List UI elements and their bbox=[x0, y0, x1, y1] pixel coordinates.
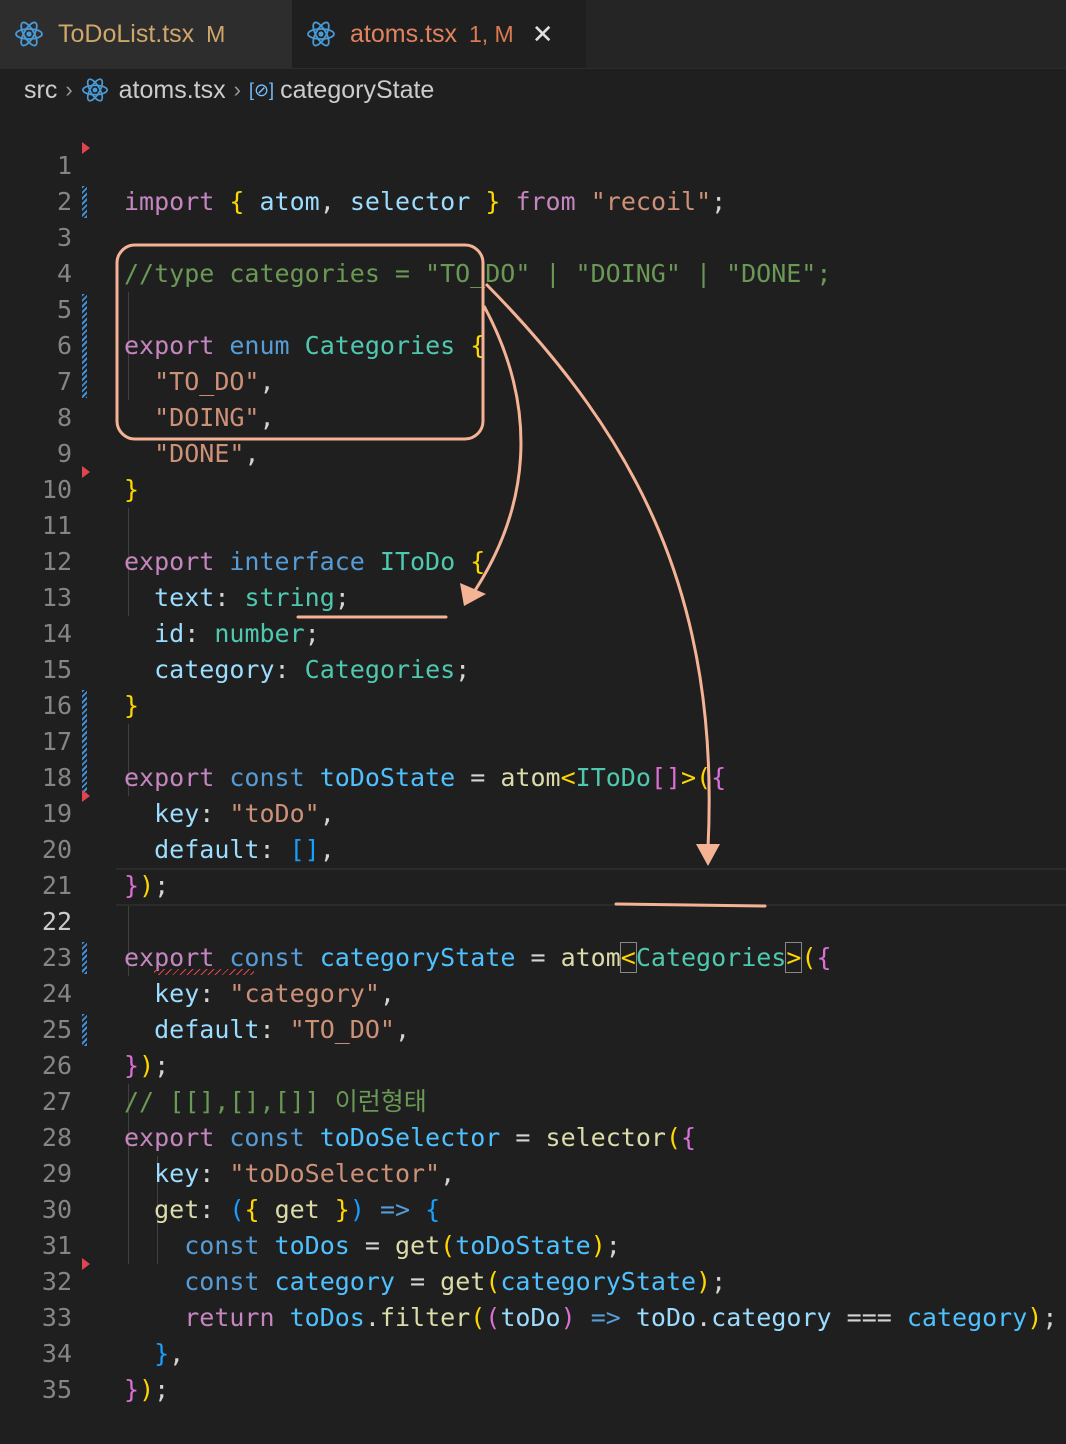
code-line-active: 22 export const categoryState = atom<Cat… bbox=[0, 868, 1066, 973]
chevron-right-icon: › bbox=[65, 77, 73, 102]
git-status-badge: 1, M bbox=[468, 20, 514, 47]
code-line: 34 }); bbox=[0, 1300, 1066, 1404]
react-icon bbox=[81, 78, 108, 102]
code-line: 25 }); bbox=[0, 976, 1066, 1080]
breadcrumb-file[interactable]: atoms.tsx bbox=[119, 76, 226, 105]
code-line: 12 text: string; bbox=[0, 508, 1066, 612]
code-line: 1 import { atom, selector } from "recoil… bbox=[0, 112, 1066, 216]
code-line: 15 } bbox=[0, 616, 1066, 720]
code-line: 6 "TO_DO", bbox=[0, 292, 1066, 396]
tab-atoms[interactable]: atoms.tsx 1, M ✕ bbox=[292, 0, 586, 68]
breadcrumb-symbol[interactable]: categoryState bbox=[280, 76, 434, 105]
code-line: 17 export const toDoState = atom<IToDo[]… bbox=[0, 688, 1066, 792]
code-line: 8 "DONE", bbox=[0, 364, 1066, 468]
code-line: 33 }, bbox=[0, 1264, 1066, 1368]
code-line: 32 return toDos.filter((toDo) => toDo.ca… bbox=[0, 1228, 1066, 1332]
git-status-badge: M bbox=[206, 20, 226, 47]
tab-label: ToDoList.tsx bbox=[58, 19, 195, 48]
chevron-right-icon: › bbox=[233, 77, 241, 102]
breadcrumb-folder[interactable]: src bbox=[24, 76, 57, 105]
code-line: 19 default: [], bbox=[0, 760, 1066, 864]
code-line: 35 bbox=[0, 1336, 1066, 1404]
code-line: 23 key: "category", bbox=[0, 904, 1066, 1008]
code-line: 21 bbox=[0, 832, 1066, 900]
breadcrumb: src › atoms.tsx › [⊘] categoryState bbox=[0, 68, 1066, 112]
code-line: 29 get: ({ get }) => { bbox=[0, 1120, 1066, 1224]
code-line: 31 const category = get(categoryState); bbox=[0, 1192, 1066, 1296]
code-line: 16 bbox=[0, 652, 1066, 720]
tab-todolist[interactable]: ToDoList.tsx M bbox=[0, 0, 292, 68]
code-line: 9 } bbox=[0, 400, 1066, 504]
code-line: 18 key: "toDo", bbox=[0, 724, 1066, 828]
code-line: 30 const toDos = get(toDoState); bbox=[0, 1156, 1066, 1260]
close-icon[interactable]: ✕ bbox=[532, 19, 554, 50]
code-line: 27 export const toDoSelector = selector(… bbox=[0, 1048, 1066, 1152]
code-line: 4 bbox=[0, 220, 1066, 288]
code-line: 11 export interface IToDo { bbox=[0, 472, 1066, 576]
tab-label: atoms.tsx bbox=[350, 19, 457, 48]
code-line: 14 category: Categories; bbox=[0, 580, 1066, 684]
editor-tab-bar: ToDoList.tsx M atoms.tsx 1, M ✕ bbox=[0, 0, 1066, 69]
code-line: 10 bbox=[0, 436, 1066, 504]
code-line: 26 // [[],[],[]] 이런형태 bbox=[0, 1012, 1066, 1116]
line-number: 35 bbox=[41, 1375, 72, 1404]
code-line: 5 export enum Categories { bbox=[0, 256, 1066, 360]
react-icon bbox=[307, 21, 335, 47]
code-line: 20 }); bbox=[0, 796, 1066, 900]
variable-symbol-icon: [⊘] bbox=[248, 79, 275, 100]
code-line: 13 id: number; bbox=[0, 544, 1066, 648]
error-squiggle bbox=[154, 969, 254, 975]
code-line: 28 key: "toDoSelector", bbox=[0, 1084, 1066, 1188]
code-line: 2 bbox=[0, 148, 1066, 216]
code-line: 7 "DOING", bbox=[0, 328, 1066, 432]
react-icon bbox=[15, 21, 43, 47]
code-line: 3 //type categories = "TO_DO" | "DOING" … bbox=[0, 184, 1066, 288]
